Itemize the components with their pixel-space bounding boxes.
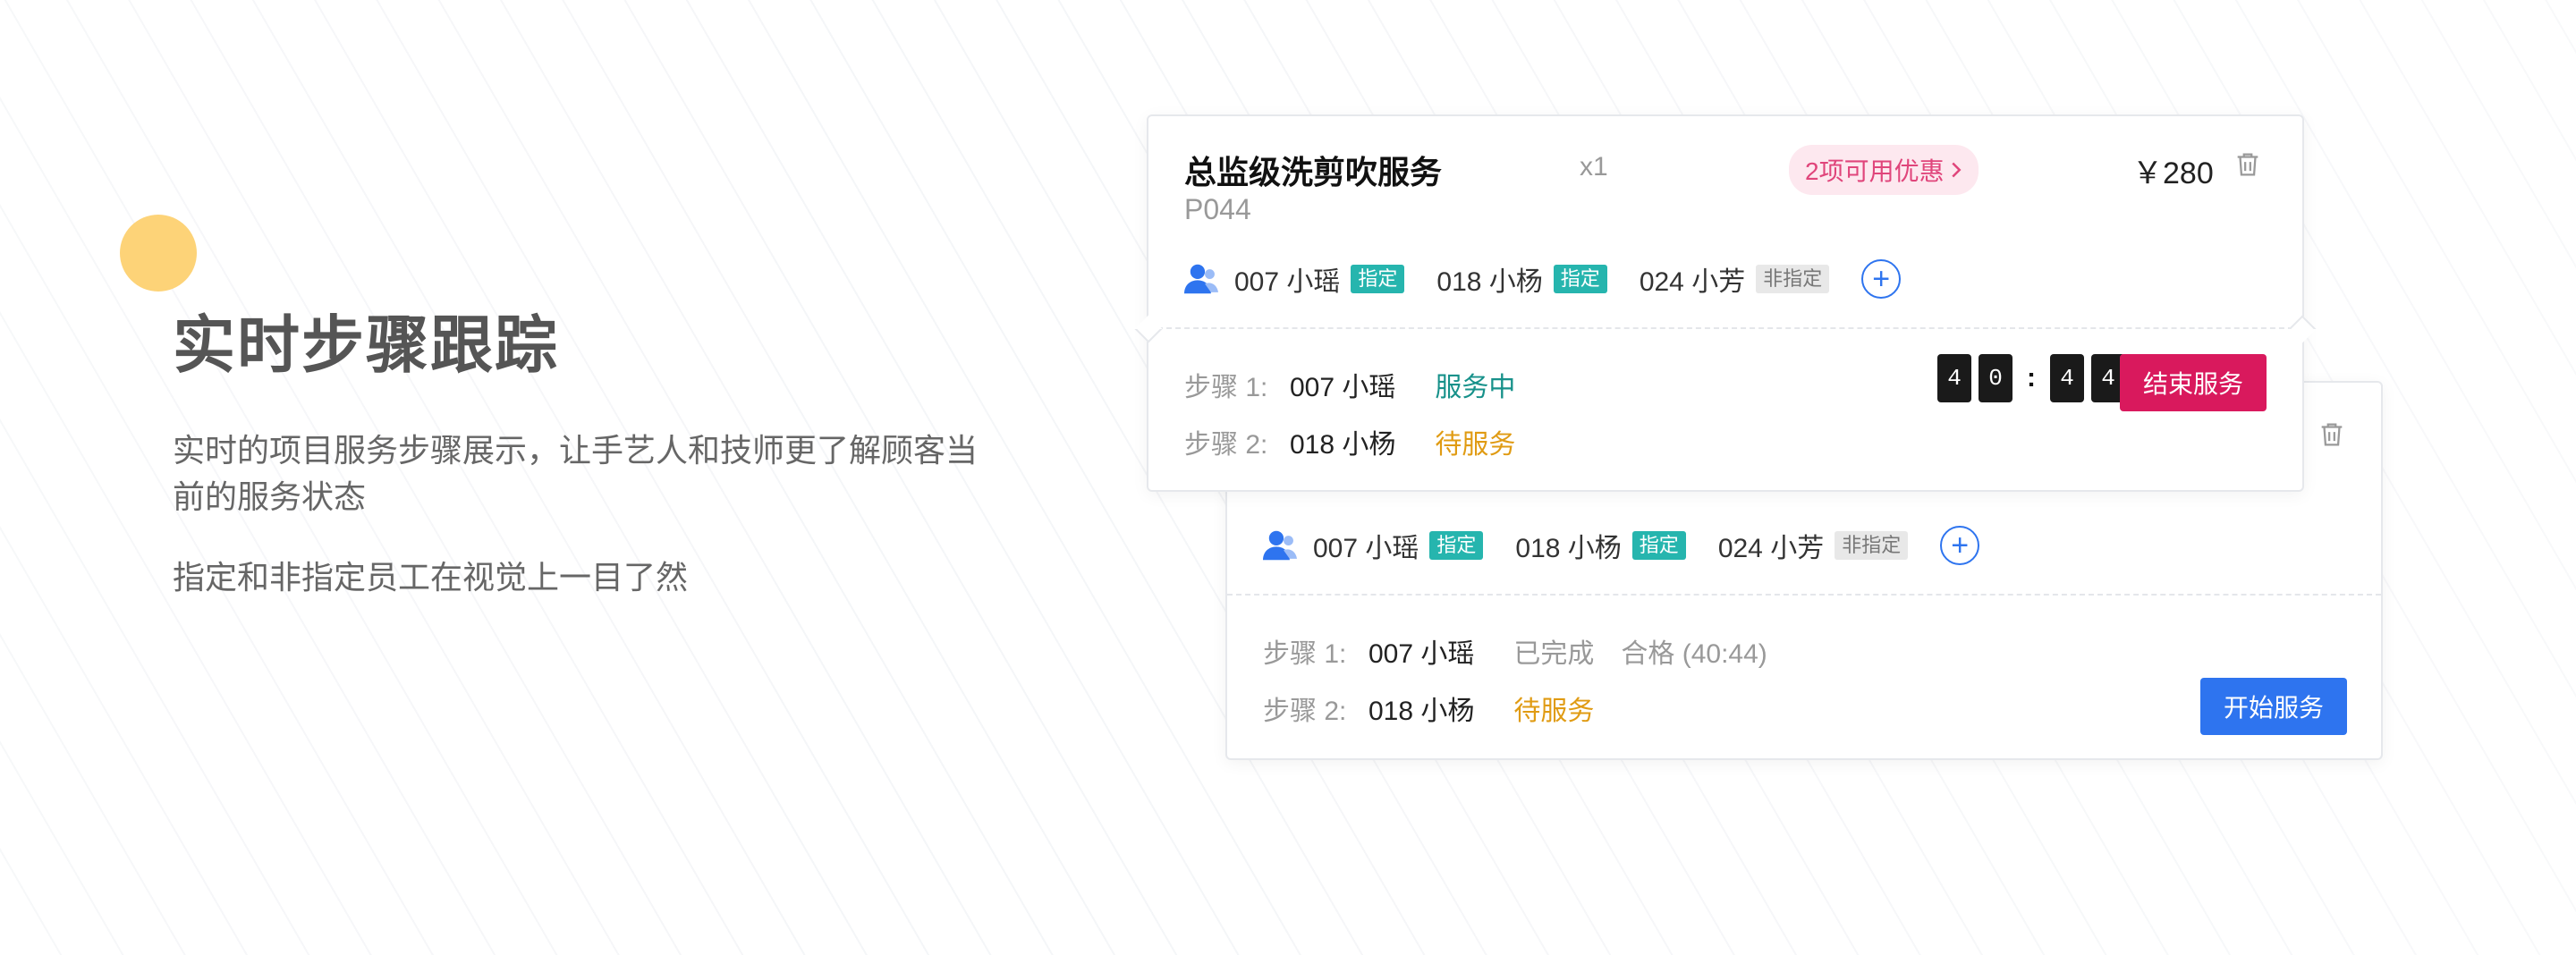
step-result: 合格 (40:44) xyxy=(1621,639,1767,669)
staff-name: 007 小瑶 xyxy=(1234,267,1341,297)
staff-tag-assigned: 指定 xyxy=(1553,265,1607,293)
service-timer: 4 0 : 4 4 xyxy=(1937,354,2125,402)
step-person: 007 小瑶 xyxy=(1368,639,1475,669)
staff-name: 007 小瑶 xyxy=(1313,534,1419,563)
staff-tag-assigned: 指定 xyxy=(1631,531,1686,560)
timer-digit: 4 xyxy=(1937,354,1971,402)
step-person: 018 小杨 xyxy=(1368,697,1475,726)
staff-item[interactable]: 018 小杨 指定 xyxy=(1436,259,1607,299)
add-staff-button[interactable]: + xyxy=(1861,259,1902,299)
staff-item[interactable]: 024 小芳 非指定 xyxy=(1717,526,1909,565)
intro-description-secondary: 指定和非指定员工在视觉上一目了然 xyxy=(173,559,689,596)
staff-list: 007 小瑶 指定 018 小杨 指定 024 小芳 非指定 + xyxy=(1263,526,1980,565)
step-label: 步骤 1: xyxy=(1184,373,1268,402)
timer-digit: 0 xyxy=(1979,354,2012,402)
person-icon xyxy=(1263,530,1297,561)
card-divider xyxy=(1227,594,2381,596)
step-status-done: 已完成 xyxy=(1513,639,1595,669)
coupon-label: 2项可用优惠 xyxy=(1805,157,1945,185)
coupon-badge[interactable]: 2项可用优惠 xyxy=(1789,145,1979,195)
decorative-dot xyxy=(120,215,197,292)
staff-tag-assigned: 指定 xyxy=(1351,265,1405,293)
staff-name: 024 小芳 xyxy=(1717,534,1825,563)
staff-name: 018 小杨 xyxy=(1436,267,1543,297)
staff-list: 007 小瑶 指定 018 小杨 指定 024 小芳 非指定 + xyxy=(1184,259,1902,299)
person-icon xyxy=(1184,264,1218,294)
timer-digit: 4 xyxy=(2050,354,2084,402)
service-name: 总监级洗剪吹服务 xyxy=(1184,154,1443,190)
start-service-button[interactable]: 开始服务 xyxy=(2199,678,2347,735)
service-card-front: 总监级洗剪吹服务 P044 x1 2项可用优惠 ￥280 007 小瑶 指定 0… xyxy=(1134,114,2317,492)
service-code: P044 xyxy=(1184,193,1251,225)
timer-separator: : xyxy=(2027,363,2036,393)
step-row: 步骤 2: 018 小杨 待服务 xyxy=(1184,422,1515,461)
staff-item[interactable]: 007 小瑶 指定 xyxy=(1313,526,1484,565)
step-row: 步骤 1: 007 小瑶 已完成 合格 (40:44) xyxy=(1263,631,1767,671)
service-price: ￥280 xyxy=(2132,156,2214,190)
trash-icon[interactable] xyxy=(2233,148,2263,181)
trash-icon[interactable] xyxy=(2317,418,2347,451)
staff-name: 024 小芳 xyxy=(1639,267,1746,297)
staff-item[interactable]: 007 小瑶 指定 xyxy=(1234,259,1405,299)
step-label: 步骤 2: xyxy=(1184,430,1268,460)
page-title: 实时步骤跟踪 xyxy=(173,310,559,380)
chevron-right-icon xyxy=(1951,162,1962,178)
step-person: 007 小瑶 xyxy=(1290,373,1396,402)
step-status-active: 服务中 xyxy=(1435,373,1516,402)
staff-item[interactable]: 018 小杨 指定 xyxy=(1515,526,1686,565)
end-service-button[interactable]: 结束服务 xyxy=(2120,354,2267,411)
service-quantity: x1 xyxy=(1580,152,1608,182)
step-row: 步骤 2: 018 小杨 待服务 xyxy=(1263,689,1594,728)
step-label: 步骤 1: xyxy=(1263,639,1347,669)
staff-item[interactable]: 024 小芳 非指定 xyxy=(1639,259,1830,299)
staff-tag-assigned: 指定 xyxy=(1429,531,1484,560)
staff-name: 018 小杨 xyxy=(1515,534,1622,563)
staff-tag-unassigned: 非指定 xyxy=(1835,531,1909,560)
card-divider xyxy=(1148,327,2302,329)
add-staff-button[interactable]: + xyxy=(1940,526,1980,565)
step-label: 步骤 2: xyxy=(1263,697,1347,726)
intro-description: 实时的项目服务步骤展示，让手艺人和技师更了解顾客当前的服务状态 xyxy=(173,432,979,515)
step-person: 018 小杨 xyxy=(1290,430,1396,460)
staff-tag-unassigned: 非指定 xyxy=(1756,265,1830,293)
step-status-waiting: 待服务 xyxy=(1513,697,1595,726)
step-status-waiting: 待服务 xyxy=(1435,430,1516,460)
step-row: 步骤 1: 007 小瑶 服务中 xyxy=(1184,365,1515,404)
